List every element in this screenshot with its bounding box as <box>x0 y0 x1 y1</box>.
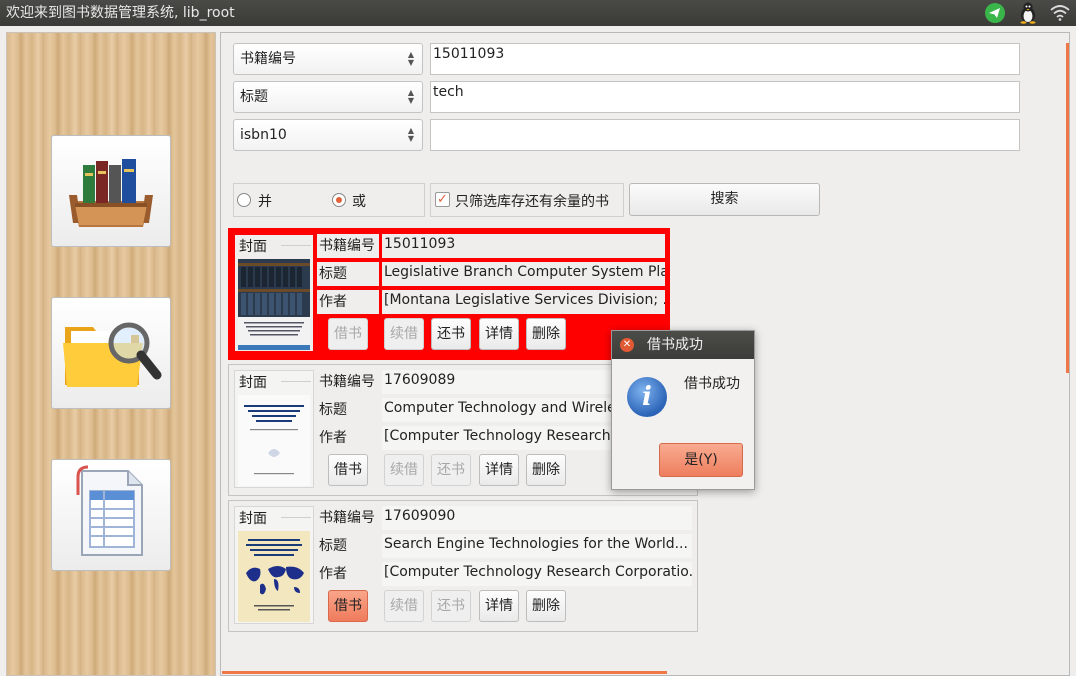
book-cover-image <box>238 395 310 486</box>
details-button[interactable]: 详情 <box>479 590 519 622</box>
search-folder-button[interactable] <box>51 297 171 409</box>
book-title-label: 标题 <box>317 398 379 422</box>
delete-button[interactable]: 删除 <box>526 454 566 486</box>
divider <box>281 381 311 382</box>
close-icon[interactable]: ✕ <box>620 338 634 352</box>
book-id-label: 书籍编号 <box>317 506 379 530</box>
book-author-label: 作者 <box>317 562 379 586</box>
book-id-label: 书籍编号 <box>317 234 379 258</box>
book-author-value: [Computer Technology Research Corporatio… <box>382 562 692 586</box>
app-window: 书籍编号 ▲ ▼ 15011093 标题 ▲ ▼ tech isbn10 ▲ ▼ 并 … <box>0 26 1076 676</box>
borrow-button[interactable]: 借书 <box>328 318 368 350</box>
book-id-value: 17609090 <box>382 506 692 530</box>
cover-label: 封面 <box>239 239 267 255</box>
return-button[interactable]: 还书 <box>431 318 471 350</box>
library-books-button[interactable] <box>51 135 171 247</box>
book-card[interactable]: 封面 书籍编号 17609090 标题 Search Engine Techno… <box>228 500 698 632</box>
dialog-title: 借书成功 <box>647 337 703 353</box>
scrollbar[interactable] <box>1066 43 1069 373</box>
book-author-label: 作者 <box>317 290 379 314</box>
search-button[interactable]: 搜索 <box>629 183 820 216</box>
or-radio-label: 或 <box>352 194 366 210</box>
logic-radio-group: 并 或 <box>233 183 425 217</box>
book-card[interactable]: 封面 书籍编号 15011093 标题 Legislative Branch C… <box>228 228 670 360</box>
tux-icon[interactable] <box>1018 2 1038 24</box>
dialog-message: 借书成功 <box>684 376 740 392</box>
book-cover-panel: 封面 <box>234 506 314 624</box>
folder-magnifier-icon <box>59 305 163 401</box>
details-button[interactable]: 详情 <box>479 318 519 350</box>
wifi-icon[interactable] <box>1050 5 1070 21</box>
delete-button[interactable]: 删除 <box>526 590 566 622</box>
book-title-label: 标题 <box>317 534 379 558</box>
book-cover-image <box>238 259 310 350</box>
book-id-label: 书籍编号 <box>317 370 379 394</box>
info-icon: i <box>627 377 667 417</box>
cover-label: 封面 <box>239 511 267 527</box>
book-author-value: [Montana Legislative Services Division; … <box>382 290 665 314</box>
return-button[interactable]: 还书 <box>431 454 471 486</box>
book-cover-panel: 封面 <box>234 370 314 488</box>
telegram-icon[interactable] <box>984 2 1006 24</box>
and-radio[interactable] <box>237 193 251 207</box>
updown-arrows-icon: ▲ ▼ <box>407 126 414 143</box>
search-field-select-3-value: isbn10 <box>240 127 287 143</box>
search-input-1[interactable]: 15011093 <box>430 43 1020 75</box>
book-title-value: Legislative Branch Computer System Plan <box>382 262 665 286</box>
and-radio-label: 并 <box>258 194 272 210</box>
search-input-2[interactable]: tech <box>430 81 1020 113</box>
search-field-select-2-value: 标题 <box>240 89 268 105</box>
stock-filter-label: 只筛选库存还有余量的书 <box>455 194 609 210</box>
borrow-button[interactable]: 借书 <box>328 454 368 486</box>
bookshelf-icon <box>63 143 159 239</box>
ok-button[interactable]: 是(Y) <box>659 443 743 477</box>
renew-button[interactable]: 续借 <box>384 454 424 486</box>
book-id-value: 15011093 <box>382 234 665 258</box>
borrow-button[interactable]: 借书 <box>328 590 368 622</box>
stock-filter: ✓ 只筛选库存还有余量的书 <box>430 183 624 217</box>
divider <box>281 245 311 246</box>
renew-button[interactable]: 续借 <box>384 590 424 622</box>
search-field-select-1-value: 书籍编号 <box>240 51 296 67</box>
renew-button[interactable]: 续借 <box>384 318 424 350</box>
bottom-scrollbar[interactable] <box>222 671 667 674</box>
search-field-select-2[interactable]: 标题 ▲ ▼ <box>233 81 423 113</box>
dialog-titlebar: ✕ 借书成功 <box>612 331 754 359</box>
book-cover-panel: 封面 <box>234 234 314 352</box>
or-radio[interactable] <box>332 193 346 207</box>
book-title-label: 标题 <box>317 262 379 286</box>
window-title: 欢迎来到图书数据管理系统, lib_root <box>6 5 235 21</box>
divider <box>281 517 311 518</box>
cover-label: 封面 <box>239 375 267 391</box>
system-tray <box>984 0 1076 26</box>
book-author-label: 作者 <box>317 426 379 450</box>
borrow-success-dialog: ✕ 借书成功 i 借书成功 是(Y) <box>611 330 755 490</box>
return-button[interactable]: 还书 <box>431 590 471 622</box>
sidebar <box>6 32 216 676</box>
delete-button[interactable]: 删除 <box>526 318 566 350</box>
search-field-select-1[interactable]: 书籍编号 ▲ ▼ <box>233 43 423 75</box>
book-title-value: Search Engine Technologies for the World… <box>382 534 692 558</box>
book-cover-image <box>238 531 310 622</box>
search-input-3[interactable] <box>430 119 1020 151</box>
records-table-button[interactable] <box>51 459 171 571</box>
spreadsheet-clipboard-icon <box>68 465 154 565</box>
updown-arrows-icon: ▲ ▼ <box>407 50 414 67</box>
search-field-select-3[interactable]: isbn10 ▲ ▼ <box>233 119 423 151</box>
details-button[interactable]: 详情 <box>479 454 519 486</box>
window-titlebar: 欢迎来到图书数据管理系统, lib_root <box>0 0 1076 26</box>
stock-filter-checkbox[interactable]: ✓ <box>435 192 450 207</box>
updown-arrows-icon: ▲ ▼ <box>407 88 414 105</box>
